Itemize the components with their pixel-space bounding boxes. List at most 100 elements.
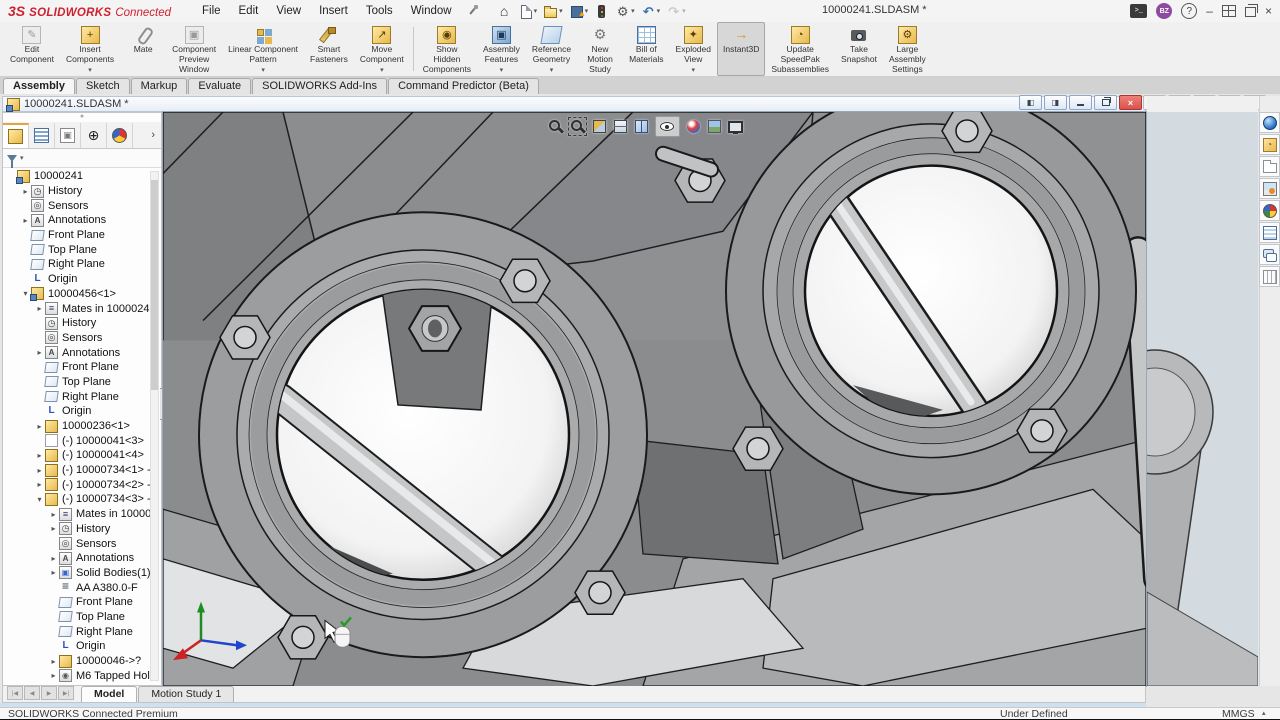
tab-scroll-prev-icon[interactable]: ◀ <box>24 686 40 700</box>
tab-sketch[interactable]: Sketch <box>76 78 130 94</box>
expand-arrow-icon[interactable]: ▸ <box>34 348 45 357</box>
tree-item-origin[interactable]: Origin <box>3 404 151 419</box>
expand-arrow-icon[interactable]: ▸ <box>34 422 45 431</box>
view-orientation-icon[interactable] <box>633 118 650 135</box>
menu-insert[interactable]: Insert <box>310 3 357 19</box>
tree-item-top-plane[interactable]: Top Plane <box>3 242 151 257</box>
insert-components-button[interactable]: +InsertComponents▾ <box>60 22 120 76</box>
update-speedpak-subassemblies-button[interactable]: ◔UpdateSpeedPakSubassemblies <box>765 22 835 76</box>
tree-item-10000734-3[interactable]: ▾(-) 10000734<3> ->? <box>3 492 151 507</box>
configurationmanager-tab[interactable] <box>55 123 81 148</box>
section-view-icon[interactable] <box>591 118 608 135</box>
tree-item-10000041-4[interactable]: ▸(-) 10000041<4> <box>3 448 151 463</box>
expand-arrow-icon[interactable]: ▸ <box>48 671 59 680</box>
tree-item-10000046[interactable]: ▸10000046->? <box>3 654 151 669</box>
expand-arrow-icon[interactable]: ▾ <box>34 495 45 504</box>
expand-arrow-icon[interactable]: ▸ <box>20 187 31 196</box>
tree-item-top-plane[interactable]: Top Plane <box>3 610 151 625</box>
tab-scroll-first-icon[interactable]: |◀ <box>7 686 23 700</box>
rebuild-traffic-light-icon[interactable] <box>592 3 611 20</box>
tree-item-10000041-3[interactable]: (-) 10000041<3> <box>3 433 151 448</box>
tree-item-10000241[interactable]: 10000241 <box>3 169 151 184</box>
expand-arrow-icon[interactable]: ▸ <box>48 524 59 533</box>
large-assembly-settings-button[interactable]: ⚙LargeAssemblySettings <box>883 22 932 76</box>
reference-geometry-button[interactable]: ReferenceGeometry▾ <box>526 22 577 76</box>
tab-model[interactable]: Model <box>81 686 137 702</box>
tab-command-predictor-beta[interactable]: Command Predictor (Beta) <box>388 78 539 94</box>
filter-dropdown-caret-icon[interactable]: ▾ <box>20 154 24 162</box>
tree-scrollbar-thumb[interactable] <box>151 180 158 390</box>
instant3d-button[interactable]: →Instant3D <box>717 22 765 76</box>
file-explorer-button[interactable] <box>1259 156 1280 177</box>
displaymanager-tab[interactable] <box>107 123 133 148</box>
forum-button[interactable] <box>1259 244 1280 265</box>
filter-funnel-icon[interactable] <box>7 155 17 162</box>
dimxpertmanager-tab[interactable] <box>81 123 107 148</box>
tab-motion-study-1[interactable]: Motion Study 1 <box>138 686 234 702</box>
expand-arrow-icon[interactable]: ▸ <box>34 451 45 460</box>
tree-item-front-plane[interactable]: Front Plane <box>3 595 151 610</box>
tab-markup[interactable]: Markup <box>131 78 188 94</box>
tab-solidworks-add-ins[interactable]: SOLIDWORKS Add-Ins <box>252 78 387 94</box>
menu-view[interactable]: View <box>267 3 310 19</box>
tree-item-history[interactable]: ▸History <box>3 522 151 537</box>
undo-icon[interactable]: ▾ <box>639 3 663 20</box>
new-document-icon[interactable]: ▾ <box>516 3 540 20</box>
tab-scroll-next-icon[interactable]: ▶ <box>41 686 57 700</box>
tree-scrollbar[interactable] <box>150 171 159 681</box>
close-window-icon[interactable]: × <box>1265 5 1272 17</box>
tree-item-origin[interactable]: Origin <box>3 272 151 287</box>
hide-show-items-icon[interactable] <box>659 118 676 135</box>
expand-arrow-icon[interactable]: ▸ <box>48 510 59 519</box>
zoom-to-area-icon[interactable] <box>568 117 587 136</box>
home-icon[interactable] <box>495 3 514 20</box>
hide-show-items-icon-pressed[interactable] <box>655 116 680 137</box>
tree-item-solid-bodies-1[interactable]: ▸Solid Bodies(1) <box>3 566 151 581</box>
wireframe-box-button[interactable] <box>1259 266 1280 287</box>
expand-arrow-icon[interactable]: ▸ <box>34 466 45 475</box>
show-hidden-components-button[interactable]: ◉ShowHiddenComponents <box>417 22 477 76</box>
menu-edit[interactable]: Edit <box>230 3 268 19</box>
zoom-to-fit-icon[interactable] <box>547 118 564 135</box>
propertymanager-tab[interactable] <box>29 123 55 148</box>
exploded-view-button[interactable]: ✦ExplodedView▾ <box>670 22 717 76</box>
menu-window[interactable]: Window <box>402 3 461 19</box>
minimize-window-icon[interactable]: – <box>1206 5 1213 17</box>
featuremanager-tree-tab[interactable] <box>3 123 29 148</box>
linear-component-pattern-button[interactable]: Linear ComponentPattern▾ <box>222 22 304 76</box>
tree-item-10000734-2[interactable]: ▸(-) 10000734<2> ->? <box>3 477 151 492</box>
tree-item-mates-in-10000241[interactable]: ▸Mates in 10000241 <box>3 301 151 316</box>
tree-item-origin[interactable]: Origin <box>3 639 151 654</box>
minimize-document-icon[interactable] <box>1069 95 1092 110</box>
tree-item-annotations[interactable]: ▸Annotations <box>3 213 151 228</box>
smart-fasteners-button[interactable]: SmartFasteners <box>304 22 354 76</box>
restore-window-icon[interactable] <box>1245 7 1256 17</box>
expand-arrow-icon[interactable]: ▸ <box>48 657 59 666</box>
tree-item-sensors[interactable]: Sensors <box>3 198 151 213</box>
take-snapshot-button[interactable]: TakeSnapshot <box>835 22 883 76</box>
assembly-features-button[interactable]: ▣AssemblyFeatures▾ <box>477 22 526 76</box>
tree-item-history[interactable]: ▸History <box>3 184 151 199</box>
tab-scroll-last-icon[interactable]: ▶| <box>58 686 74 700</box>
tree-item-10000456-1[interactable]: ▾10000456<1> <box>3 287 151 302</box>
resize-window-icon[interactable] <box>1222 5 1236 17</box>
user-avatar[interactable]: BZ <box>1156 3 1172 19</box>
view-settings-icon[interactable] <box>727 118 744 135</box>
expand-arrow-icon[interactable]: ▸ <box>34 304 45 313</box>
expand-arrow-icon[interactable]: ▸ <box>48 568 59 577</box>
command-prompt-icon[interactable]: >_ <box>1130 4 1147 18</box>
open-icon[interactable]: ▾ <box>541 3 565 20</box>
close-document-icon[interactable]: × <box>1119 95 1142 110</box>
threedexperience-button[interactable] <box>1259 112 1280 133</box>
units-dropdown-caret-icon[interactable]: ▴ <box>1262 709 1266 717</box>
panel-tabs-overflow-icon[interactable]: › <box>151 129 161 141</box>
menu-tools[interactable]: Tools <box>357 3 402 19</box>
options-gear-icon[interactable]: ▾ <box>613 3 637 20</box>
expand-arrow-icon[interactable]: ▸ <box>34 480 45 489</box>
tab-assembly[interactable]: Assembly <box>3 78 75 94</box>
tree-item-annotations[interactable]: ▸Annotations <box>3 551 151 566</box>
expand-arrow-icon[interactable]: ▸ <box>20 216 31 225</box>
custom-properties-button[interactable] <box>1259 222 1280 243</box>
move-component-button[interactable]: ↗MoveComponent▾ <box>354 22 410 76</box>
mate-button[interactable]: Mate <box>120 22 166 76</box>
